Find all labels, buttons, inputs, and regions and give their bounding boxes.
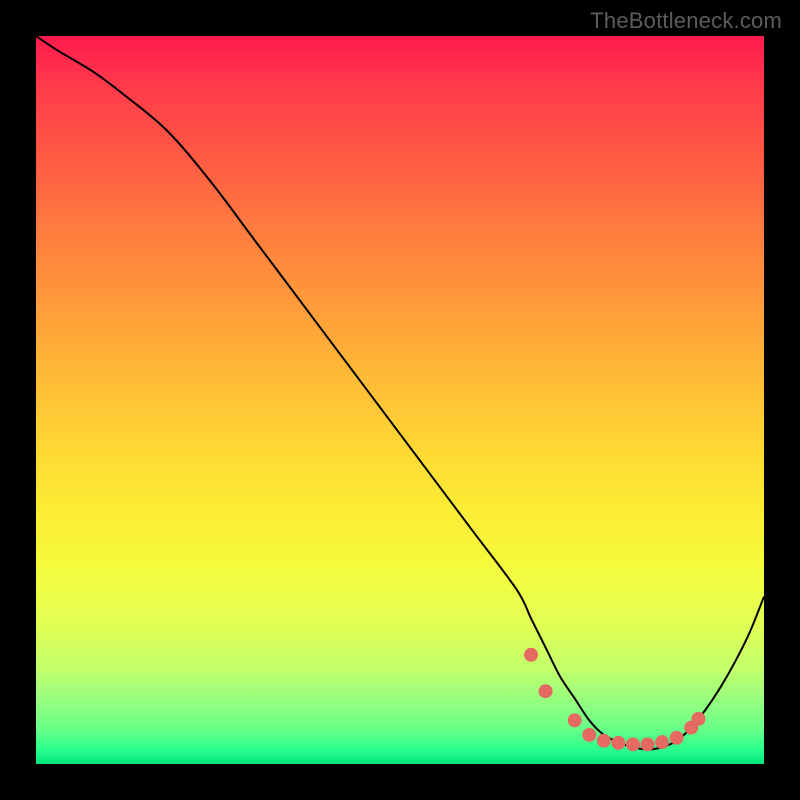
data-point	[568, 713, 582, 727]
data-point	[670, 731, 684, 745]
plot-area	[36, 36, 764, 764]
bottleneck-curve	[36, 36, 764, 749]
chart-frame: TheBottleneck.com	[0, 0, 800, 800]
chart-svg	[36, 36, 764, 764]
data-point	[655, 735, 669, 749]
watermark-text: TheBottleneck.com	[590, 8, 782, 34]
data-point	[611, 736, 625, 750]
data-point	[626, 737, 640, 751]
data-point	[582, 728, 596, 742]
data-point	[641, 737, 655, 751]
data-point	[539, 684, 553, 698]
data-point	[524, 648, 538, 662]
data-point	[597, 734, 611, 748]
data-point	[691, 712, 705, 726]
